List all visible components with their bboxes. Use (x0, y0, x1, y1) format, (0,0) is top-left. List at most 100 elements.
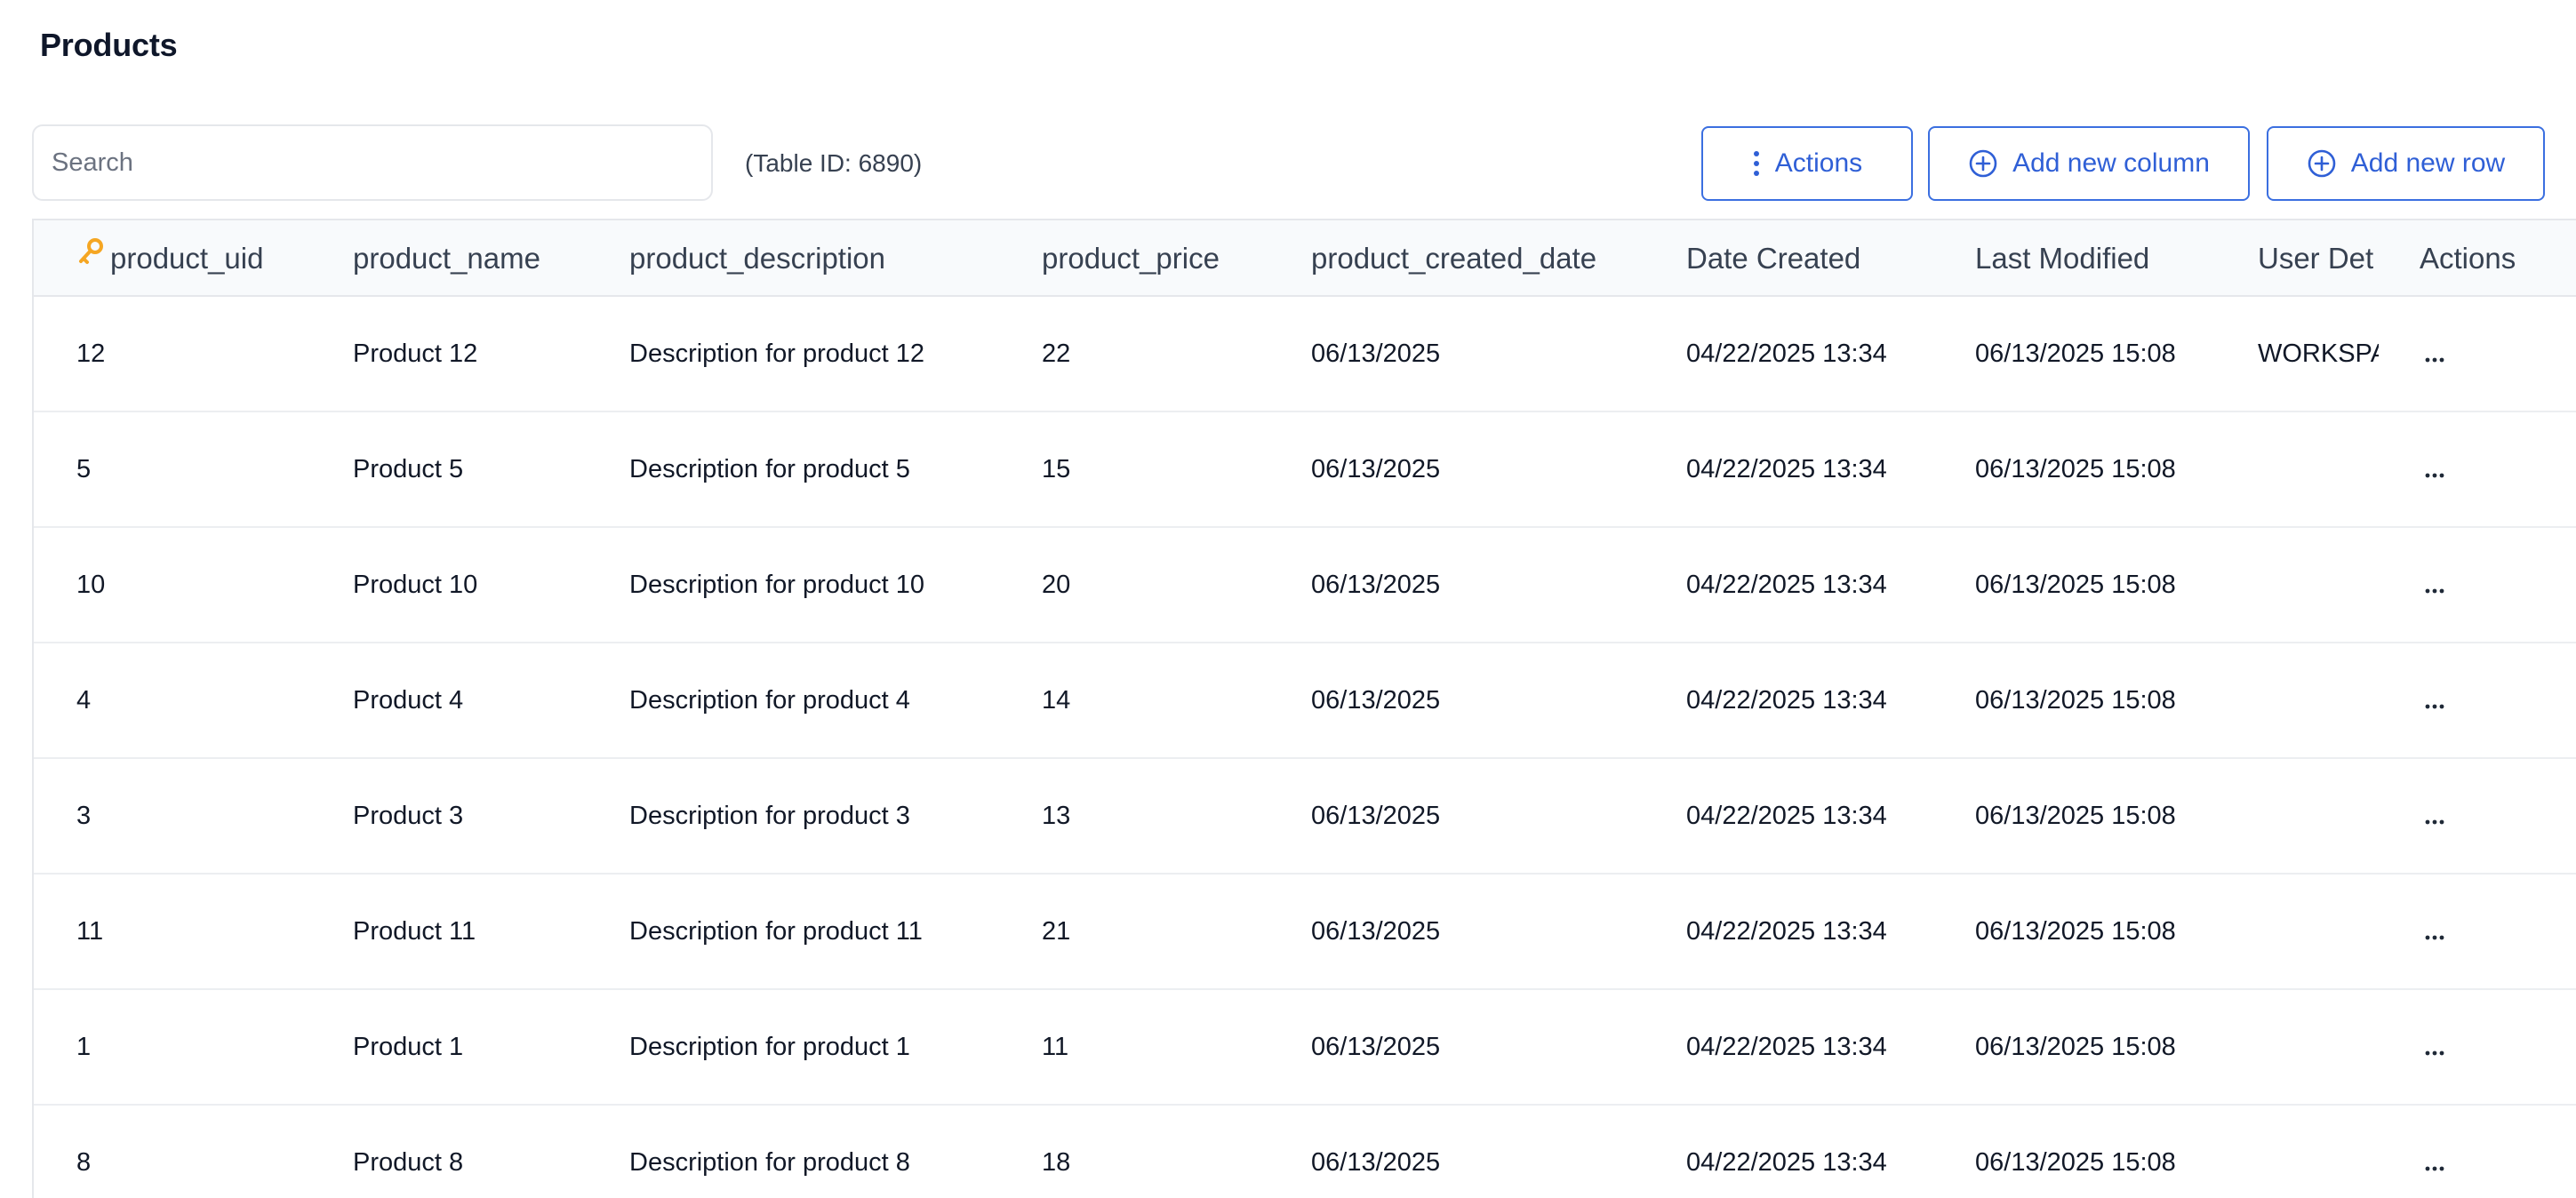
table-row[interactable]: 4 Product 4 Description for product 4 14… (34, 643, 2576, 759)
actions-button[interactable]: Actions (1701, 126, 1913, 201)
cell-product-price[interactable]: 13 (1042, 759, 1291, 873)
cell-product-name[interactable]: Product 1 (353, 990, 611, 1104)
cell-product-created-date[interactable]: 06/13/2025 (1311, 412, 1667, 526)
cell-product-price[interactable]: 14 (1042, 643, 1291, 757)
cell-product-name[interactable]: Product 10 (353, 528, 611, 642)
column-header-date-created[interactable]: Date Created (1686, 220, 1953, 297)
add-new-column-label: Add new column (2012, 148, 2210, 178)
column-header-user-details[interactable]: User Det (2258, 220, 2379, 297)
cell-product-price[interactable]: 18 (1042, 1106, 1291, 1198)
cell-product-created-date[interactable]: 06/13/2025 (1311, 1106, 1667, 1198)
table-row[interactable]: 12 Product 12 Description for product 12… (34, 297, 2576, 412)
cell-product-uid[interactable]: 4 (76, 643, 334, 757)
cell-product-price[interactable]: 15 (1042, 412, 1291, 526)
cell-user-details: WORKSPA (2258, 339, 2379, 368)
cell-product-uid[interactable]: 3 (76, 759, 334, 873)
cell-product-created-date[interactable]: 06/13/2025 (1311, 759, 1667, 873)
cell-product-description[interactable]: Description for product 11 (629, 875, 1029, 988)
more-horizontal-icon[interactable] (2425, 991, 2444, 1104)
column-header-product-name[interactable]: product_name (353, 220, 611, 297)
cell-product-price[interactable]: 20 (1042, 528, 1291, 642)
add-new-row-label: Add new row (2350, 148, 2506, 178)
column-header-label: product_uid (110, 242, 264, 275)
cell-product-uid[interactable]: 12 (76, 297, 334, 411)
primary-key-icon (76, 220, 105, 296)
cell-product-uid[interactable]: 1 (76, 990, 334, 1104)
cell-actions (2420, 528, 2562, 642)
more-horizontal-icon[interactable] (2425, 529, 2444, 642)
cell-last-modified: 06/13/2025 15:08 (1975, 686, 2176, 715)
cell-actions (2420, 297, 2562, 411)
cell-last-modified: 06/13/2025 15:08 (1975, 339, 2176, 368)
cell-actions (2420, 990, 2562, 1104)
cell-user-details (2258, 1106, 2379, 1198)
add-new-column-button[interactable]: Add new column (1928, 126, 2250, 201)
search-input[interactable] (34, 126, 711, 199)
search-box[interactable] (32, 124, 713, 201)
cell-product-description[interactable]: Description for product 4 (629, 643, 1029, 757)
cell-product-uid[interactable]: 8 (76, 1106, 334, 1198)
table-row[interactable]: 11 Product 11 Description for product 11… (34, 875, 2576, 990)
cell-actions (2420, 759, 2562, 873)
cell-product-description[interactable]: Description for product 12 (629, 297, 1029, 411)
table-row[interactable]: 1 Product 1 Description for product 1 11… (34, 990, 2576, 1106)
cell-product-name[interactable]: Product 8 (353, 1106, 611, 1198)
more-horizontal-icon[interactable] (2425, 644, 2444, 757)
cell-date-created: 04/22/2025 13:34 (1686, 455, 1887, 483)
column-header-product-created-date[interactable]: product_created_date (1311, 220, 1667, 297)
column-header-last-modified[interactable]: Last Modified (1975, 220, 2242, 297)
table-row[interactable]: 8 Product 8 Description for product 8 18… (34, 1106, 2576, 1198)
table-row[interactable]: 5 Product 5 Description for product 5 15… (34, 412, 2576, 528)
column-header-product-description[interactable]: product_description (629, 220, 1029, 297)
cell-product-uid[interactable]: 5 (76, 412, 334, 526)
cell-actions (2420, 643, 2562, 757)
cell-last-modified: 06/13/2025 15:08 (1975, 455, 2176, 483)
plus-circle-icon (2307, 148, 2337, 179)
column-header-product-uid[interactable]: product_uid (76, 220, 334, 297)
page-title: Products (40, 27, 178, 63)
cell-product-uid[interactable]: 11 (76, 875, 334, 988)
cell-product-price[interactable]: 11 (1042, 990, 1291, 1104)
cell-user-details (2258, 990, 2379, 1104)
cell-product-description[interactable]: Description for product 5 (629, 412, 1029, 526)
cell-product-created-date[interactable]: 06/13/2025 (1311, 990, 1667, 1104)
cell-product-price[interactable]: 21 (1042, 875, 1291, 988)
cell-product-created-date[interactable]: 06/13/2025 (1311, 875, 1667, 988)
cell-product-uid[interactable]: 10 (76, 528, 334, 642)
cell-product-created-date[interactable]: 06/13/2025 (1311, 643, 1667, 757)
more-horizontal-icon[interactable] (2425, 760, 2444, 873)
cell-last-modified: 06/13/2025 15:08 (1975, 1033, 2176, 1061)
column-header-product-price[interactable]: product_price (1042, 220, 1291, 297)
cell-product-description[interactable]: Description for product 3 (629, 759, 1029, 873)
cell-last-modified: 06/13/2025 15:08 (1975, 1148, 2176, 1177)
more-horizontal-icon[interactable] (2425, 875, 2444, 988)
products-page: Products (Table ID: 6890) Actions Add ne… (0, 0, 2576, 1198)
table-row[interactable]: 10 Product 10 Description for product 10… (34, 528, 2576, 643)
cell-actions (2420, 1106, 2562, 1198)
cell-user-details (2258, 643, 2379, 757)
cell-product-name[interactable]: Product 4 (353, 643, 611, 757)
cell-product-created-date[interactable]: 06/13/2025 (1311, 297, 1667, 411)
cell-date-created: 04/22/2025 13:34 (1686, 917, 1887, 946)
cell-product-price[interactable]: 22 (1042, 297, 1291, 411)
add-new-row-button[interactable]: Add new row (2267, 126, 2545, 201)
cell-product-name[interactable]: Product 3 (353, 759, 611, 873)
cell-last-modified: 06/13/2025 15:08 (1975, 802, 2176, 830)
vertical-dots-icon (1752, 150, 1761, 177)
cell-date-created: 04/22/2025 13:34 (1686, 1033, 1887, 1061)
cell-product-name[interactable]: Product 5 (353, 412, 611, 526)
cell-product-description[interactable]: Description for product 10 (629, 528, 1029, 642)
cell-date-created: 04/22/2025 13:34 (1686, 1148, 1887, 1177)
cell-product-name[interactable]: Product 11 (353, 875, 611, 988)
cell-product-description[interactable]: Description for product 1 (629, 990, 1029, 1104)
cell-date-created: 04/22/2025 13:34 (1686, 686, 1887, 715)
table-row[interactable]: 3 Product 3 Description for product 3 13… (34, 759, 2576, 875)
more-horizontal-icon[interactable] (2425, 1106, 2444, 1198)
cell-product-description[interactable]: Description for product 8 (629, 1106, 1029, 1198)
more-horizontal-icon[interactable] (2425, 298, 2444, 411)
cell-actions (2420, 875, 2562, 988)
more-horizontal-icon[interactable] (2425, 413, 2444, 526)
cell-date-created: 04/22/2025 13:34 (1686, 571, 1887, 599)
cell-product-name[interactable]: Product 12 (353, 297, 611, 411)
cell-product-created-date[interactable]: 06/13/2025 (1311, 528, 1667, 642)
